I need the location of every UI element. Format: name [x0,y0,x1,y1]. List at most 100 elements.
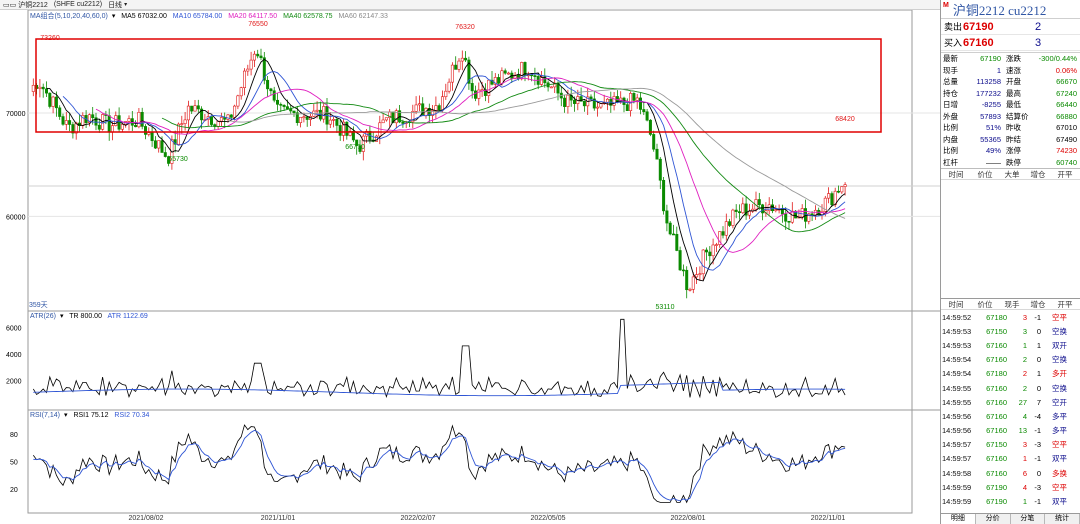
candle-body [434,105,438,111]
candle-body [497,77,501,84]
candle-body [163,152,167,157]
date-tick: 2021/11/01 [260,515,296,522]
column-header: 时间 [948,169,964,179]
trade-oi-change: -3 [1034,482,1041,492]
candle-body [731,209,735,226]
price-tick-label: 70000 [6,111,26,118]
candle-body [708,251,712,257]
quote-label: 比例 [943,123,958,133]
trade-time: 14:59:55 [942,383,972,393]
trade-row[interactable]: 14:59:57 67160 1 -1 双平 [941,452,1080,466]
trade-row[interactable]: 14:59:59 67190 1 -1 双平 [941,494,1080,508]
tab-price-level[interactable]: 分价 [976,514,1011,524]
ma-indicator-bar[interactable]: MA组合(5,10,20,40,60,0) ▾ MA5 67032.00 MA10… [30,11,392,21]
candle-body [549,86,553,89]
atr-indicator-bar[interactable]: ATR(26) ▾ TR 800.00 ATR 1122.69 [30,312,152,320]
quote-row: 比例 51% 昨收 67010 [941,122,1080,134]
quote-label: 日增 [943,100,958,110]
candle-body [503,70,507,74]
candle-body [216,120,220,127]
candle-body [470,83,474,92]
candle-body [460,57,464,62]
candle-body [61,116,65,125]
symbol-selector[interactable]: ▭▭ 沪铜2212 [3,0,48,10]
candle-body [652,134,656,150]
candle-body [464,57,468,61]
trade-volume: 1 [1022,340,1027,350]
candle-body [642,109,646,113]
candle-body [31,84,35,92]
candle-body [787,220,791,223]
price-tick-label: 60000 [6,214,26,221]
trade-row[interactable]: 14:59:53 67150 3 0 空换 [941,324,1080,338]
kline-chart[interactable]: 70000 60000 73260 76550 76320 65730 66770 68420… [0,10,940,514]
candle-body [658,158,662,181]
candle-body [190,105,194,112]
candle-body [635,97,639,101]
tab-tick[interactable]: 分笔 [1011,514,1046,524]
candle-body [520,62,524,80]
quote-row: 现手 1 速涨 0.06% [941,65,1080,77]
column-header: 增仓 [1030,169,1046,179]
date-tick: 2022/05/05 [530,515,566,522]
candle-body [233,105,237,118]
candle-body [450,64,454,83]
candle-body [239,87,243,97]
trade-row[interactable]: 14:59:52 67180 3 -1 空平 [941,310,1080,324]
quote-label: 结算价 [1006,111,1029,121]
column-header: 价位 [977,169,993,179]
candle-body [219,117,223,122]
trade-type: 多平 [1052,411,1067,421]
tab-detail[interactable]: 明细 [941,514,976,524]
trade-row[interactable]: 14:59:58 67160 6 0 多换 [941,466,1080,480]
trade-time: 14:59:54 [942,369,972,379]
candle-body [384,117,388,121]
trade-detail-list[interactable]: 时间 价位 现手 增仓 开平 14:59:52 67180 3 -1 空平 14:59:53 671… [941,298,1080,509]
trade-time: 14:59:54 [942,355,972,365]
trade-row[interactable]: 14:59:57 67150 3 -3 空平 [941,438,1080,452]
quote-value: 66670 [1056,77,1077,87]
trade-row[interactable]: 14:59:55 67160 27 7 空开 [941,395,1080,409]
price-annotation: 65730 [168,156,188,163]
trade-row[interactable]: 14:59:56 67160 13 -1 多平 [941,424,1080,438]
period-selector[interactable]: 日线 ▾ [108,0,127,10]
candle-body [780,208,784,215]
candle-body [229,114,233,118]
symbol-code: (SHFE cu2212) [53,1,103,8]
trade-volume: 2 [1022,355,1027,365]
candle-body [747,211,751,216]
tab-statistics[interactable]: 统计 [1045,514,1080,524]
trade-row[interactable]: 14:59:54 67160 2 0 空换 [941,353,1080,367]
trade-row[interactable]: 14:59:56 67160 4 -4 多平 [941,409,1080,423]
candle-body [447,81,451,92]
trade-volume: 2 [1022,383,1027,393]
candle-body [698,273,702,276]
candle-body [737,211,741,214]
trade-row[interactable]: 14:59:59 67190 4 -3 空平 [941,480,1080,494]
ma-indicator-name: MA组合(5,10,20,40,60,0) [30,13,108,20]
quote-value: 67490 [1056,134,1077,144]
candle-body [338,125,342,136]
trade-row[interactable]: 14:59:54 67180 2 1 多开 [941,367,1080,381]
trade-oi-change: -4 [1034,411,1041,421]
candle-body [665,210,669,224]
candle-body [249,59,253,70]
candle-body [757,199,761,206]
quote-label: 开盘 [1006,77,1021,87]
candle-body [589,96,593,100]
trade-type: 空平 [1052,482,1067,492]
window-icon: ▭▭ [3,1,17,9]
big-order-header: 时间 价位 大单 增仓 开平 [941,168,1080,180]
trade-row[interactable]: 14:59:55 67160 2 0 空换 [941,381,1080,395]
trade-row[interactable]: 14:59:53 67160 1 1 双开 [941,338,1080,352]
trade-detail-header: 时间 价位 现手 增仓 开平 [941,298,1080,310]
candle-body [500,70,504,84]
candle-body [302,116,306,119]
quote-value: 0.06% [1055,65,1077,75]
chart-canvas[interactable]: 70000 60000 73260 76550 76320 65730 66770 68420… [0,10,940,514]
quote-value: -8255 [981,100,1001,110]
ask-row[interactable]: 卖出 67190 2 [941,19,1080,35]
rsi-indicator-bar[interactable]: RSI(7,14) ▾ RSI1 75.12 RSI2 70.34 [30,411,153,419]
trade-volume: 4 [1022,482,1027,492]
bid-row[interactable]: 买入 67160 3 [941,35,1080,51]
